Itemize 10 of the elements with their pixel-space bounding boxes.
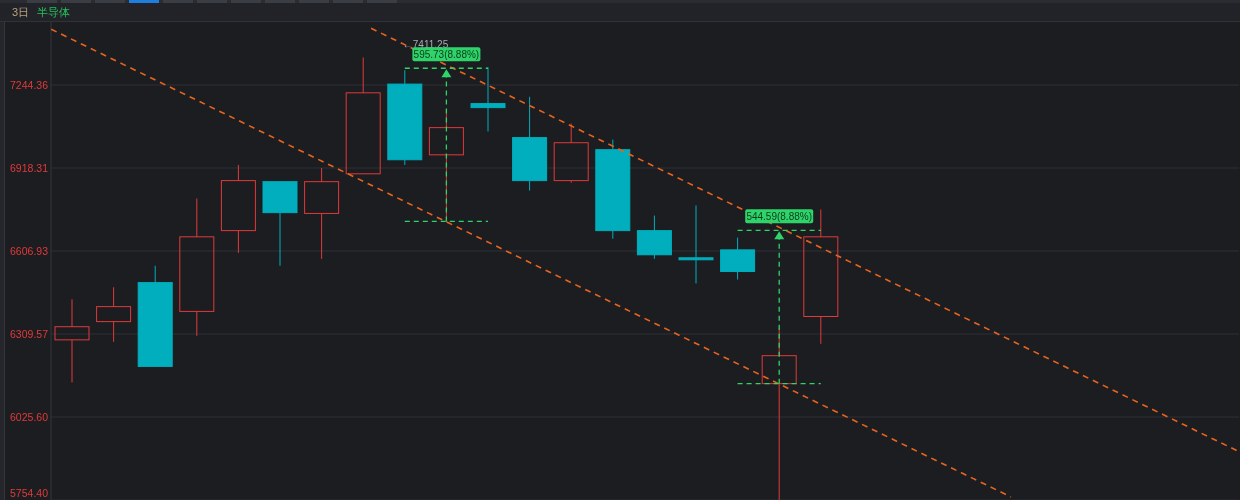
price-axis-label: 7244.36 [10, 79, 48, 91]
period-label: 3日 [12, 4, 30, 20]
instrument-name: 半导体 [37, 4, 71, 20]
price-axis-label: 6309.57 [10, 328, 48, 340]
measure-label: 595.73(8.88%) [412, 47, 481, 62]
measure-label: 544.59(8.88%) [745, 209, 814, 224]
price-axis-label: 6918.31 [10, 162, 48, 174]
price-axis-label: 6606.93 [10, 245, 48, 257]
price-axis-label: 6025.60 [10, 411, 48, 423]
price-axis-label: 5754.40 [10, 487, 48, 499]
